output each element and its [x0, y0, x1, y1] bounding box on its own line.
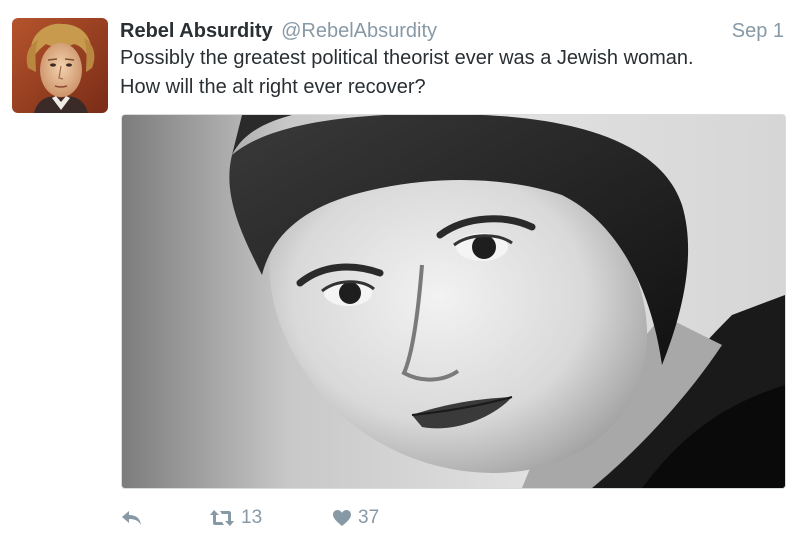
tweet: Rebel Absurdity @RebelAbsurdity Sep 1 Po…: [0, 0, 799, 549]
retweet-icon: [210, 510, 234, 526]
like-button[interactable]: 37: [332, 503, 379, 533]
like-count: 37: [358, 507, 380, 528]
retweet-button[interactable]: 13: [209, 503, 262, 533]
reply-icon: [122, 511, 141, 525]
tweet-media-photo[interactable]: [121, 114, 786, 489]
timestamp[interactable]: Sep 1: [732, 17, 784, 45]
display-name[interactable]: Rebel Absurdity: [120, 20, 273, 42]
tweet-header: Rebel Absurdity @RebelAbsurdity Sep 1: [120, 17, 784, 45]
retweet-count: 13: [241, 507, 263, 528]
tweet-text: Possibly the greatest political theorist…: [120, 47, 694, 98]
tweet-actions: 13 37: [120, 503, 520, 533]
reply-button[interactable]: [120, 503, 142, 533]
avatar[interactable]: [12, 18, 108, 113]
heart-icon: [333, 510, 351, 526]
user-handle[interactable]: @RebelAbsurdity: [281, 20, 437, 42]
